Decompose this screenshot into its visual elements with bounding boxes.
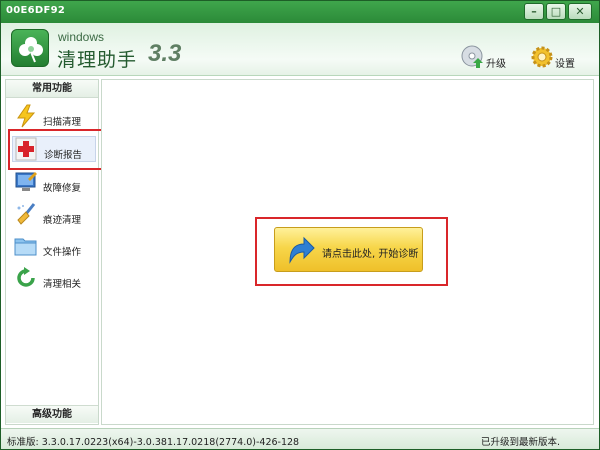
gear-icon bbox=[531, 46, 553, 68]
sidebar-item-file-operations[interactable]: 文件操作 bbox=[12, 234, 96, 260]
refresh-icon bbox=[17, 267, 35, 287]
clover-icon bbox=[19, 37, 43, 63]
annotation-highlight-sidebar bbox=[8, 129, 107, 170]
minimize-button[interactable]: – bbox=[524, 3, 544, 20]
sidebar-item-label: 文件操作 bbox=[43, 247, 82, 258]
sidebar-item-trace-clean[interactable]: 痕迹清理 bbox=[12, 202, 96, 228]
upgrade-label: 升级 bbox=[486, 59, 506, 70]
lightning-icon bbox=[17, 104, 36, 128]
sidebar-item-label: 痕迹清理 bbox=[43, 215, 82, 226]
annotation-highlight-button bbox=[255, 217, 448, 286]
disc-upgrade-icon bbox=[461, 45, 483, 68]
advanced-functions-header[interactable]: 高级功能 bbox=[6, 405, 98, 423]
status-bar: 标准版: 3.3.0.17.0223(x64)-3.0.381.17.0218(… bbox=[1, 428, 599, 449]
sidebar-item-fault-repair[interactable]: 故障修复 bbox=[12, 170, 96, 196]
maximize-button[interactable]: □ bbox=[546, 3, 566, 20]
sidebar-item-label: 清理相关 bbox=[43, 279, 82, 290]
app-version: 3.3 bbox=[148, 40, 182, 67]
window-title: 00E6DF92 bbox=[6, 5, 66, 16]
folder-icon bbox=[14, 238, 37, 256]
broom-icon bbox=[17, 203, 36, 225]
sidebar-item-clean-related[interactable]: 清理相关 bbox=[12, 266, 96, 292]
common-functions-header: 常用功能 bbox=[6, 80, 98, 98]
title-bar[interactable]: 00E6DF92 – □ ✕ bbox=[1, 1, 599, 23]
app-header: windows 清理助手 3.3 升级 设置 bbox=[1, 23, 599, 76]
upgrade-button[interactable]: 升级 bbox=[461, 45, 511, 71]
update-status: 已升级到最新版本. bbox=[481, 437, 561, 448]
settings-button[interactable]: 设置 bbox=[530, 45, 580, 71]
sidebar-item-scan-clean[interactable]: 扫描清理 bbox=[12, 104, 96, 130]
app-subtitle: windows bbox=[58, 30, 105, 44]
settings-label: 设置 bbox=[555, 59, 575, 70]
sidebar-item-label: 故障修复 bbox=[43, 183, 82, 194]
version-info: 标准版: 3.3.0.17.0223(x64)-3.0.381.17.0218(… bbox=[7, 437, 300, 448]
main-window: 00E6DF92 – □ ✕ windows 清理助手 3.3 升级 设置 常用… bbox=[0, 0, 600, 450]
computer-repair-icon bbox=[15, 172, 37, 191]
app-logo bbox=[11, 29, 49, 67]
sidebar-item-label: 扫描清理 bbox=[43, 117, 82, 128]
app-name: 清理助手 bbox=[57, 49, 138, 71]
close-button[interactable]: ✕ bbox=[568, 3, 592, 20]
